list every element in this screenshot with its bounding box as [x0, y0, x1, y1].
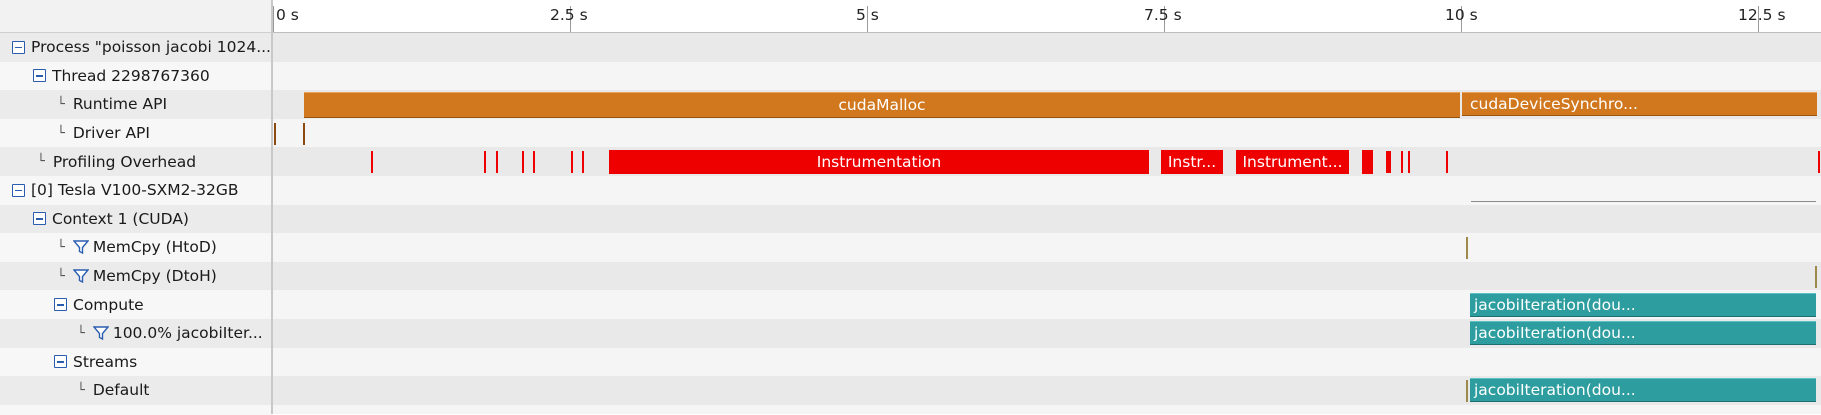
- timeline-row-context: [273, 204, 1821, 234]
- tree-row-device[interactable]: [0] Tesla V100-SXM2-32GB: [0, 176, 283, 205]
- timeline-row-thread: [273, 61, 1821, 91]
- overhead-range[interactable]: [571, 151, 573, 174]
- kernel-share-label: 100.0% jacobiIter...: [112, 324, 263, 343]
- driver-api-range[interactable]: [274, 122, 276, 145]
- overhead-range[interactable]: [1446, 151, 1448, 174]
- tree-row-context[interactable]: Context 1 (CUDA): [0, 204, 304, 234]
- ruler-tick-label: 10 s: [1445, 6, 1478, 24]
- memcpy-range[interactable]: [1466, 380, 1468, 403]
- overhead-range-label: Instr...: [1167, 152, 1217, 171]
- streams-label: Streams: [73, 352, 138, 371]
- overhead-range[interactable]: [371, 151, 373, 174]
- overhead-range[interactable]: [1408, 151, 1410, 174]
- collapse-icon[interactable]: [12, 183, 25, 197]
- timeline-row-streams: [273, 347, 1821, 377]
- timeline-row-profiling-overhead: Instrumentation Instr... Instrument...: [273, 147, 1821, 176]
- driver-api-label: Driver API: [72, 124, 150, 143]
- memcpy-htod-range[interactable]: [1466, 237, 1468, 260]
- overhead-range[interactable]: Instrumentation: [609, 149, 1149, 174]
- filter-icon[interactable]: [72, 239, 89, 255]
- tree-branch-icon: └: [77, 382, 85, 398]
- kernel-range[interactable]: jacobiIteration(dou...: [1470, 321, 1816, 346]
- overhead-range[interactable]: [1818, 151, 1820, 174]
- default-stream-label: Default: [92, 381, 150, 400]
- tree-branch-icon: └: [77, 325, 85, 341]
- timeline-row-filler: [273, 404, 1821, 414]
- driver-api-range[interactable]: [303, 122, 305, 145]
- timeline-row-default-stream: jacobiIteration(dou...: [273, 376, 1821, 405]
- tree-branch-icon: └: [57, 268, 65, 284]
- tree-branch-icon: └: [57, 96, 65, 112]
- timeline-tree-pane: Process "poisson jacobi 1024... Thread 2…: [0, 0, 348, 415]
- filter-icon[interactable]: [72, 268, 89, 284]
- compute-label: Compute: [73, 295, 144, 314]
- timeline-row-memcpy-dtoh: [273, 261, 1821, 291]
- timeline-row-compute: jacobiIteration(dou...: [273, 290, 1821, 319]
- tree-header: [0, 0, 271, 33]
- overhead-range[interactable]: [1401, 151, 1403, 174]
- overhead-range[interactable]: [533, 151, 535, 174]
- collapse-icon[interactable]: [54, 298, 67, 312]
- kernel-range-label: jacobiIteration(dou...: [1474, 295, 1636, 314]
- timeline-row-memcpy-htod: [273, 233, 1821, 262]
- memcpy-dtoh-range[interactable]: [1815, 265, 1817, 288]
- device-activity-line: [1471, 201, 1816, 202]
- timeline-row-kernel-share: jacobiIteration(dou...: [273, 319, 1821, 348]
- collapse-icon[interactable]: [33, 212, 46, 226]
- tree-branch-icon: └: [37, 154, 45, 170]
- overhead-range[interactable]: Instr...: [1161, 149, 1223, 174]
- timeline-row-process: [273, 33, 1821, 62]
- time-ruler[interactable]: 0 s 2.5 s 5 s 7.5 s 10 s 12.5 s: [273, 0, 1821, 33]
- collapse-icon[interactable]: [12, 40, 25, 54]
- kernel-range[interactable]: jacobiIteration(dou...: [1470, 292, 1816, 317]
- ruler-tick-label: 7.5 s: [1144, 6, 1182, 24]
- overhead-range[interactable]: [1386, 151, 1391, 174]
- overhead-range[interactable]: [522, 151, 524, 174]
- runtime-api-range-label: cudaMalloc: [838, 96, 926, 115]
- runtime-api-range[interactable]: cudaMalloc: [304, 92, 1460, 119]
- timeline-row-device: [273, 176, 1821, 205]
- overhead-range[interactable]: [496, 151, 498, 174]
- tree-row-process[interactable]: Process "poisson jacobi 1024...: [0, 33, 283, 62]
- tree-row-profiling-overhead[interactable]: └ Profiling Overhead: [0, 147, 308, 176]
- ruler-tick-label: 12.5 s: [1738, 6, 1786, 24]
- runtime-api-label: Runtime API: [72, 95, 168, 114]
- profiling-overhead-label: Profiling Overhead: [52, 152, 197, 171]
- ruler-tick-label: 0 s: [276, 6, 299, 24]
- kernel-range[interactable]: jacobiIteration(dou...: [1470, 378, 1816, 403]
- tree-row-thread[interactable]: Thread 2298767360: [0, 61, 304, 91]
- ruler-tick: [273, 6, 274, 32]
- ruler-tick-label: 5 s: [856, 6, 879, 24]
- runtime-api-range[interactable]: cudaDeviceSynchro...: [1462, 92, 1817, 117]
- memcpy-dtoh-label: MemCpy (DtoH): [92, 267, 217, 286]
- tree-row-filler: [0, 404, 271, 415]
- collapse-icon[interactable]: [33, 69, 46, 83]
- overhead-range[interactable]: Instrument...: [1236, 149, 1349, 174]
- overhead-range[interactable]: [1362, 149, 1373, 174]
- timeline-row-driver-api: [273, 118, 1821, 148]
- collapse-icon[interactable]: [54, 355, 67, 369]
- ruler-tick-label: 2.5 s: [550, 6, 588, 24]
- overhead-range[interactable]: [582, 151, 584, 174]
- thread-label: Thread 2298767360: [52, 66, 210, 85]
- process-label: Process "poisson jacobi 1024...: [31, 38, 271, 57]
- overhead-range-label: Instrument...: [1242, 152, 1343, 171]
- overhead-range-label: Instrumentation: [816, 152, 942, 171]
- context-label: Context 1 (CUDA): [52, 209, 189, 228]
- kernel-range-label: jacobiIteration(dou...: [1474, 324, 1636, 343]
- kernel-range-label: jacobiIteration(dou...: [1474, 381, 1636, 400]
- timeline-pane[interactable]: 0 s 2.5 s 5 s 7.5 s 10 s 12.5 s cudaMall…: [273, 0, 1821, 414]
- filter-icon[interactable]: [92, 325, 109, 341]
- timeline-row-runtime-api: cudaMalloc cudaDeviceSynchro...: [273, 90, 1821, 119]
- tree-branch-icon: └: [57, 239, 65, 255]
- device-label: [0] Tesla V100-SXM2-32GB: [31, 181, 239, 200]
- tree-branch-icon: └: [57, 125, 65, 141]
- memcpy-htod-label: MemCpy (HtoD): [92, 238, 217, 257]
- overhead-range[interactable]: [484, 151, 486, 174]
- runtime-api-range-label: cudaDeviceSynchro...: [1470, 95, 1638, 114]
